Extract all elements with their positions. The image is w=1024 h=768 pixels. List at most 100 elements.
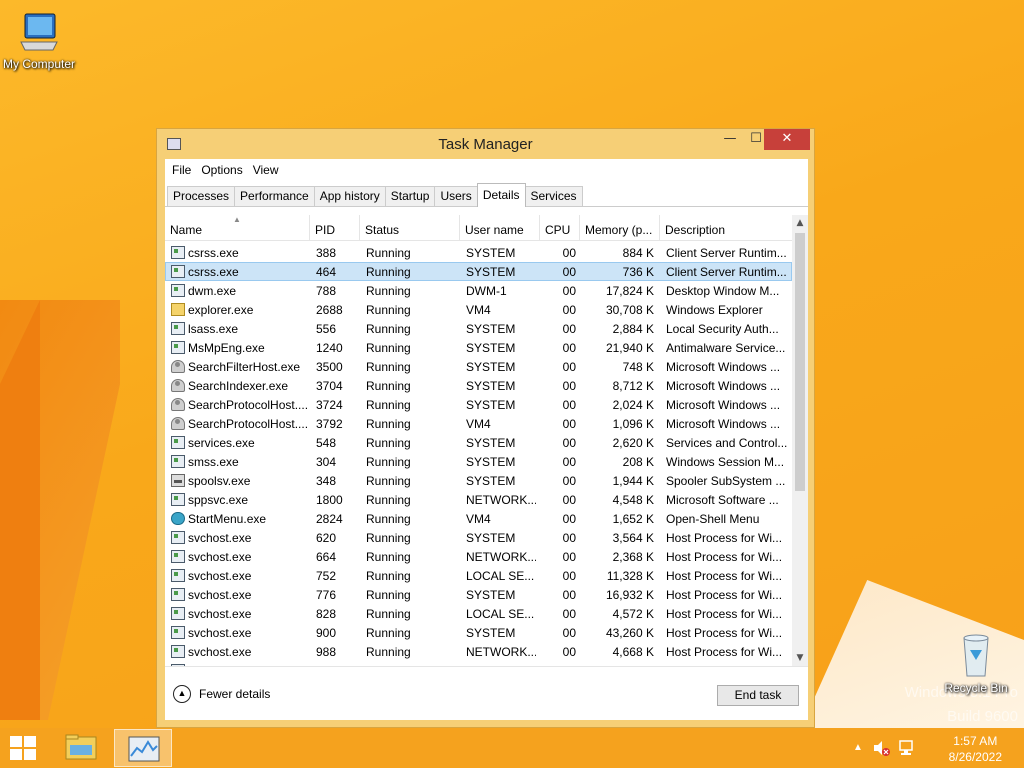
desktop-icon-my-computer[interactable]: My Computer [0, 10, 78, 71]
close-button[interactable]: ✕ [764, 129, 810, 150]
table-row[interactable]: lsass.exe 556 Running SYSTEM 00 2,884 K Local … [165, 319, 792, 338]
cell-user: DWM-1 [466, 284, 507, 298]
tab-details[interactable]: Details [476, 183, 526, 207]
cell-desc: Windows Explorer [666, 303, 763, 317]
cell-cpu: 00 [562, 303, 576, 317]
table-row[interactable]: services.exe 548 Running SYSTEM 00 2,620 K Ser… [165, 433, 792, 452]
column-header-name[interactable]: ▲ Name [165, 215, 310, 241]
scroll-up-arrow-icon[interactable]: ▲ [792, 215, 808, 231]
table-row[interactable]: svchost.exe 664 Running NETWORK... 00 2,368 K… [165, 547, 792, 566]
start-button[interactable] [10, 736, 38, 762]
cell-user: LOCAL SE... [466, 569, 535, 583]
table-row[interactable]: StartMenu.exe 2824 Running VM4 00 1,652 K Open… [165, 509, 792, 528]
table-row[interactable]: explorer.exe 2688 Running VM4 00 30,708 K Wind… [165, 300, 792, 319]
table-row[interactable]: svchost.exe 828 Running LOCAL SE... 00 4,572 … [165, 604, 792, 623]
cell-desc: Microsoft Windows ... [666, 398, 781, 412]
table-row[interactable]: csrss.exe 464 Running SYSTEM 00 736 K Client S… [165, 262, 792, 281]
table-row[interactable]: csrss.exe 388 Running SYSTEM 00 884 K Client S… [165, 243, 792, 262]
taskbar-file-explorer[interactable] [52, 729, 110, 767]
network-icon[interactable] [896, 728, 916, 768]
cell-pid: 900 [316, 626, 337, 640]
cell-name: SearchIndexer.exe [188, 379, 289, 393]
cell-mem: 748 K [622, 360, 654, 374]
cell-name: SearchProtocolHost.... [188, 417, 308, 431]
column-header-pid[interactable]: PID [310, 215, 360, 241]
cell-mem: 30,708 K [605, 303, 654, 317]
fewer-details-button[interactable]: ▲ Fewer details [173, 685, 270, 703]
cell-desc: Host Process for Wi... [666, 607, 783, 621]
end-task-button[interactable]: End task [717, 685, 799, 706]
table-row[interactable]: svchost.exe 900 Running SYSTEM 00 43,260 K Hos… [165, 623, 792, 642]
column-header-memory[interactable]: Memory (p... [580, 215, 660, 241]
cell-desc: Microsoft Windows ... [666, 417, 781, 431]
cell-user: NETWORK... [466, 493, 536, 507]
vertical-scrollbar[interactable]: ▲ ▼ [792, 215, 808, 666]
application-icon [171, 322, 185, 335]
computer-icon [20, 13, 58, 51]
table-row[interactable]: svchost.exe 776 Running SYSTEM 00 16,932 K Hos… [165, 585, 792, 604]
table-row[interactable]: MsMpEng.exe 1240 Running SYSTEM 00 21,940 K An… [165, 338, 792, 357]
table-row[interactable]: svchost.exe 988 Running NETWORK... 00 4,668 K… [165, 642, 792, 661]
title-bar[interactable]: Task Manager — ☐ ✕ [157, 129, 814, 159]
cell-status: Running [366, 303, 411, 317]
table-row[interactable]: svchost.exe 752 Running LOCAL SE... 00 11,328… [165, 566, 792, 585]
table-row[interactable]: sppsvc.exe 1800 Running NETWORK... 00 4,548 K… [165, 490, 792, 509]
table-row[interactable]: svchost.exe 620 Running SYSTEM 00 3,564 K Host… [165, 528, 792, 547]
cell-name: svchost.exe [188, 645, 252, 659]
menu-options[interactable]: Options [196, 163, 247, 177]
cell-name: lsass.exe [188, 322, 239, 336]
cell-mem: 2,024 K [612, 398, 654, 412]
cell-cpu: 00 [562, 322, 576, 336]
cell-desc: Open-Shell Menu [666, 512, 760, 526]
cell-user: SYSTEM [466, 246, 516, 260]
table-row[interactable]: SearchIndexer.exe 3704 Running SYSTEM 00 8,71… [165, 376, 792, 395]
cell-cpu: 00 [562, 569, 576, 583]
tab-processes[interactable]: Processes [167, 186, 236, 206]
taskbar-task-manager[interactable] [114, 729, 172, 767]
desktop-icon-recycle-bin[interactable]: Recycle Bin [940, 630, 1012, 695]
column-header-description[interactable]: Description [660, 215, 792, 241]
table-row[interactable]: SearchProtocolHost.... 3724 Running SYSTEM 0… [165, 395, 792, 414]
clock-time: 1:57 AM [953, 734, 998, 748]
application-icon [171, 588, 185, 601]
menu-file[interactable]: File [167, 163, 196, 177]
cell-pid: 620 [316, 531, 337, 545]
cell-status: Running [366, 265, 411, 279]
chevron-up-icon[interactable]: ▲ [850, 728, 866, 768]
cell-user: SYSTEM [466, 341, 516, 355]
cell-desc: Host Process for Wi... [666, 531, 783, 545]
tab-users[interactable]: Users [434, 186, 478, 206]
system-clock[interactable]: 1:57 AM 8/26/2022 [949, 733, 1002, 765]
column-header-cpu[interactable]: CPU [540, 215, 580, 241]
tab-services[interactable]: Services [524, 186, 583, 206]
table-row[interactable]: dwm.exe 788 Running DWM-1 00 17,824 K Desktop … [165, 281, 792, 300]
cell-mem: 2,884 K [612, 322, 654, 336]
speaker-muted-icon[interactable] [872, 728, 892, 768]
cell-pid: 1240 [316, 341, 343, 355]
cell-pid: 548 [316, 436, 337, 450]
table-row[interactable]: SearchFilterHost.exe 3500 Running SYSTEM 00 7… [165, 357, 792, 376]
table-row[interactable]: SearchProtocolHost.... 3792 Running VM4 00 1,… [165, 414, 792, 433]
cell-cpu: 00 [562, 493, 576, 507]
tab-performance[interactable]: Performance [234, 186, 315, 206]
minimize-button[interactable]: — [717, 129, 743, 150]
cell-pid: 1800 [316, 493, 343, 507]
cell-mem: 3,564 K [612, 531, 654, 545]
scroll-down-arrow-icon[interactable]: ▼ [792, 650, 808, 666]
tab-strip: Processes Performance App history Startu… [165, 181, 808, 207]
cell-mem: 208 K [622, 455, 654, 469]
tab-app-history[interactable]: App history [313, 186, 386, 206]
table-row[interactable]: smss.exe 304 Running SYSTEM 00 208 K Windows S… [165, 452, 792, 471]
scrollbar-thumb[interactable] [795, 233, 805, 491]
cell-user: SYSTEM [466, 474, 516, 488]
table-row[interactable]: spoolsv.exe 348 Running SYSTEM 00 1,944 K Spoo… [165, 471, 792, 490]
cell-name: SearchProtocolHost.... [188, 398, 308, 412]
menu-view[interactable]: View [248, 163, 284, 177]
column-header-user-name[interactable]: User name [460, 215, 540, 241]
cell-desc: Host Process for Wi... [666, 645, 783, 659]
application-icon [171, 436, 185, 449]
cell-pid: 664 [316, 550, 337, 564]
column-header-status[interactable]: Status [360, 215, 460, 241]
tab-startup[interactable]: Startup [384, 186, 436, 206]
cell-desc: Local Security Auth... [666, 322, 779, 336]
